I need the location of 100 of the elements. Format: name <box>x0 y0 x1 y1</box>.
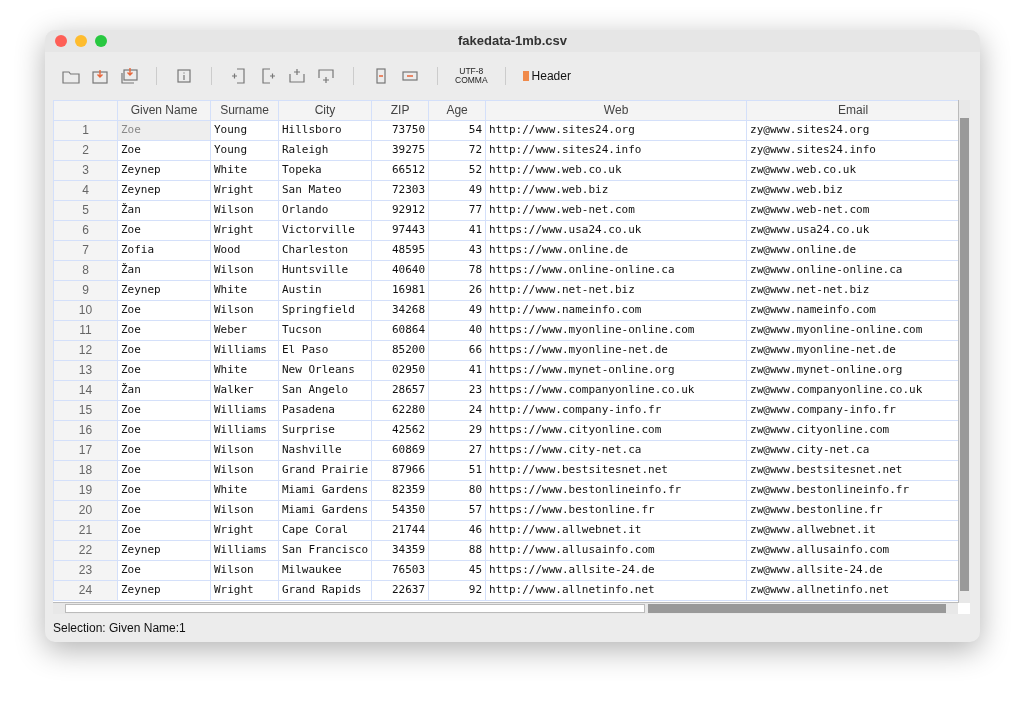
table-cell[interactable]: 73750 <box>371 120 429 141</box>
table-cell[interactable]: Wilson <box>210 260 279 281</box>
table-cell[interactable]: Williams <box>210 540 279 561</box>
table-cell[interactable]: http://www.bestsitesnet.net <box>485 460 747 481</box>
table-cell[interactable]: Zoe <box>117 300 211 321</box>
table-cell[interactable]: 92 <box>428 580 486 601</box>
minimize-button[interactable] <box>75 35 87 47</box>
table-cell[interactable]: Springfield <box>278 300 372 321</box>
column-header[interactable]: Web <box>485 100 747 121</box>
table-cell[interactable]: http://www.nameinfo.com <box>485 300 747 321</box>
table-cell[interactable]: 72 <box>428 140 486 161</box>
table-cell[interactable]: Zeynep <box>117 280 211 301</box>
table-cell[interactable]: Wright <box>210 580 279 601</box>
table-cell[interactable]: Walker <box>210 380 279 401</box>
row-number[interactable]: 11 <box>53 320 118 341</box>
table-cell[interactable]: Charleston <box>278 240 372 261</box>
table-cell[interactable]: 60869 <box>371 440 429 461</box>
header-toggle[interactable]: Header <box>522 66 571 85</box>
table-cell[interactable]: http://www.sites24.org <box>485 120 747 141</box>
table-cell[interactable]: Zeynep <box>117 180 211 201</box>
table-cell[interactable]: 22637 <box>371 580 429 601</box>
table-cell[interactable]: Austin <box>278 280 372 301</box>
table-cell[interactable]: 28657 <box>371 380 429 401</box>
table-cell[interactable]: 39275 <box>371 140 429 161</box>
table-cell[interactable]: Zoe <box>117 460 211 481</box>
table-cell[interactable]: Wilson <box>210 460 279 481</box>
table-cell[interactable]: 02950 <box>371 360 429 381</box>
table-cell[interactable]: Cape Coral <box>278 520 372 541</box>
table-cell[interactable]: http://www.web.co.uk <box>485 160 747 181</box>
table-cell[interactable]: http://www.allwebnet.it <box>485 520 747 541</box>
column-header[interactable]: Surname <box>210 100 279 121</box>
table-cell[interactable]: Zoe <box>117 520 211 541</box>
table-cell[interactable]: Zofia <box>117 240 211 261</box>
column-header[interactable]: Given Name <box>117 100 211 121</box>
table-cell[interactable]: Wood <box>210 240 279 261</box>
table-cell[interactable]: http://www.allnetinfo.net <box>485 580 747 601</box>
vertical-scrollbar[interactable] <box>958 99 970 603</box>
row-number[interactable]: 13 <box>53 360 118 381</box>
table-cell[interactable]: https://www.usa24.co.uk <box>485 220 747 241</box>
table-cell[interactable]: 66512 <box>371 160 429 181</box>
row-number[interactable]: 15 <box>53 400 118 421</box>
table-cell[interactable]: 42562 <box>371 420 429 441</box>
table-cell[interactable]: https://www.companyonline.co.uk <box>485 380 747 401</box>
table-cell[interactable]: 60864 <box>371 320 429 341</box>
table-cell[interactable]: Zeynep <box>117 540 211 561</box>
table-cell[interactable]: Surprise <box>278 420 372 441</box>
table-cell[interactable]: 97443 <box>371 220 429 241</box>
import-copy-button[interactable] <box>119 65 139 86</box>
table-cell[interactable]: Grand Prairie <box>278 460 372 481</box>
table-cell[interactable]: http://www.web.biz <box>485 180 747 201</box>
table-cell[interactable]: 21744 <box>371 520 429 541</box>
table-cell[interactable]: 66 <box>428 340 486 361</box>
table-cell[interactable]: White <box>210 480 279 501</box>
table-cell[interactable]: Zoe <box>117 360 211 381</box>
table-cell[interactable]: https://www.city-net.ca <box>485 440 747 461</box>
table-cell[interactable]: Topeka <box>278 160 372 181</box>
encoding-button[interactable]: UTF-8 COMMA <box>455 66 488 85</box>
table-cell[interactable]: 41 <box>428 360 486 381</box>
table-cell[interactable]: 77 <box>428 200 486 221</box>
table-cell[interactable]: Williams <box>210 420 279 441</box>
table-cell[interactable]: 43 <box>428 240 486 261</box>
table-cell[interactable]: 57 <box>428 500 486 521</box>
table-cell[interactable]: Miami Gardens <box>278 480 372 501</box>
table-cell[interactable]: Zoe <box>117 400 211 421</box>
column-header[interactable]: Email <box>746 100 960 121</box>
row-number[interactable]: 10 <box>53 300 118 321</box>
column-header[interactable]: City <box>278 100 372 121</box>
table-cell[interactable]: 76503 <box>371 560 429 581</box>
table-cell[interactable]: Zoe <box>117 440 211 461</box>
table-cell[interactable]: 26 <box>428 280 486 301</box>
table-cell[interactable]: http://www.company-info.fr <box>485 400 747 421</box>
row-number[interactable]: 17 <box>53 440 118 461</box>
row-number[interactable]: 3 <box>53 160 118 181</box>
table-cell[interactable]: Young <box>210 140 279 161</box>
table-cell[interactable]: 23 <box>428 380 486 401</box>
row-number[interactable]: 5 <box>53 200 118 221</box>
table-cell[interactable]: 49 <box>428 180 486 201</box>
close-button[interactable] <box>55 35 67 47</box>
table-cell[interactable]: Tucson <box>278 320 372 341</box>
table-cell[interactable]: Huntsville <box>278 260 372 281</box>
table-cell[interactable]: 80 <box>428 480 486 501</box>
table-cell[interactable]: 72303 <box>371 180 429 201</box>
table-cell[interactable]: https://www.myonline-net.de <box>485 340 747 361</box>
table-cell[interactable]: 88 <box>428 540 486 561</box>
table-cell[interactable]: Žan <box>117 380 211 401</box>
table-cell[interactable]: https://www.myonline-online.com <box>485 320 747 341</box>
table-cell[interactable]: 27 <box>428 440 486 461</box>
table-cell[interactable]: Zoe <box>117 500 211 521</box>
table-cell[interactable]: 54350 <box>371 500 429 521</box>
table-cell[interactable]: 46 <box>428 520 486 541</box>
table-cell[interactable]: Wilson <box>210 200 279 221</box>
table-cell[interactable]: 62280 <box>371 400 429 421</box>
table-cell[interactable]: 41 <box>428 220 486 241</box>
table-cell[interactable]: Zoe <box>117 480 211 501</box>
table-cell[interactable]: http://www.allusainfo.com <box>485 540 747 561</box>
row-number[interactable]: 18 <box>53 460 118 481</box>
table-cell[interactable]: San Francisco <box>278 540 372 561</box>
table-cell[interactable]: Zoe <box>117 140 211 161</box>
table-cell[interactable]: Wilson <box>210 500 279 521</box>
table-cell[interactable]: https://www.allsite-24.de <box>485 560 747 581</box>
